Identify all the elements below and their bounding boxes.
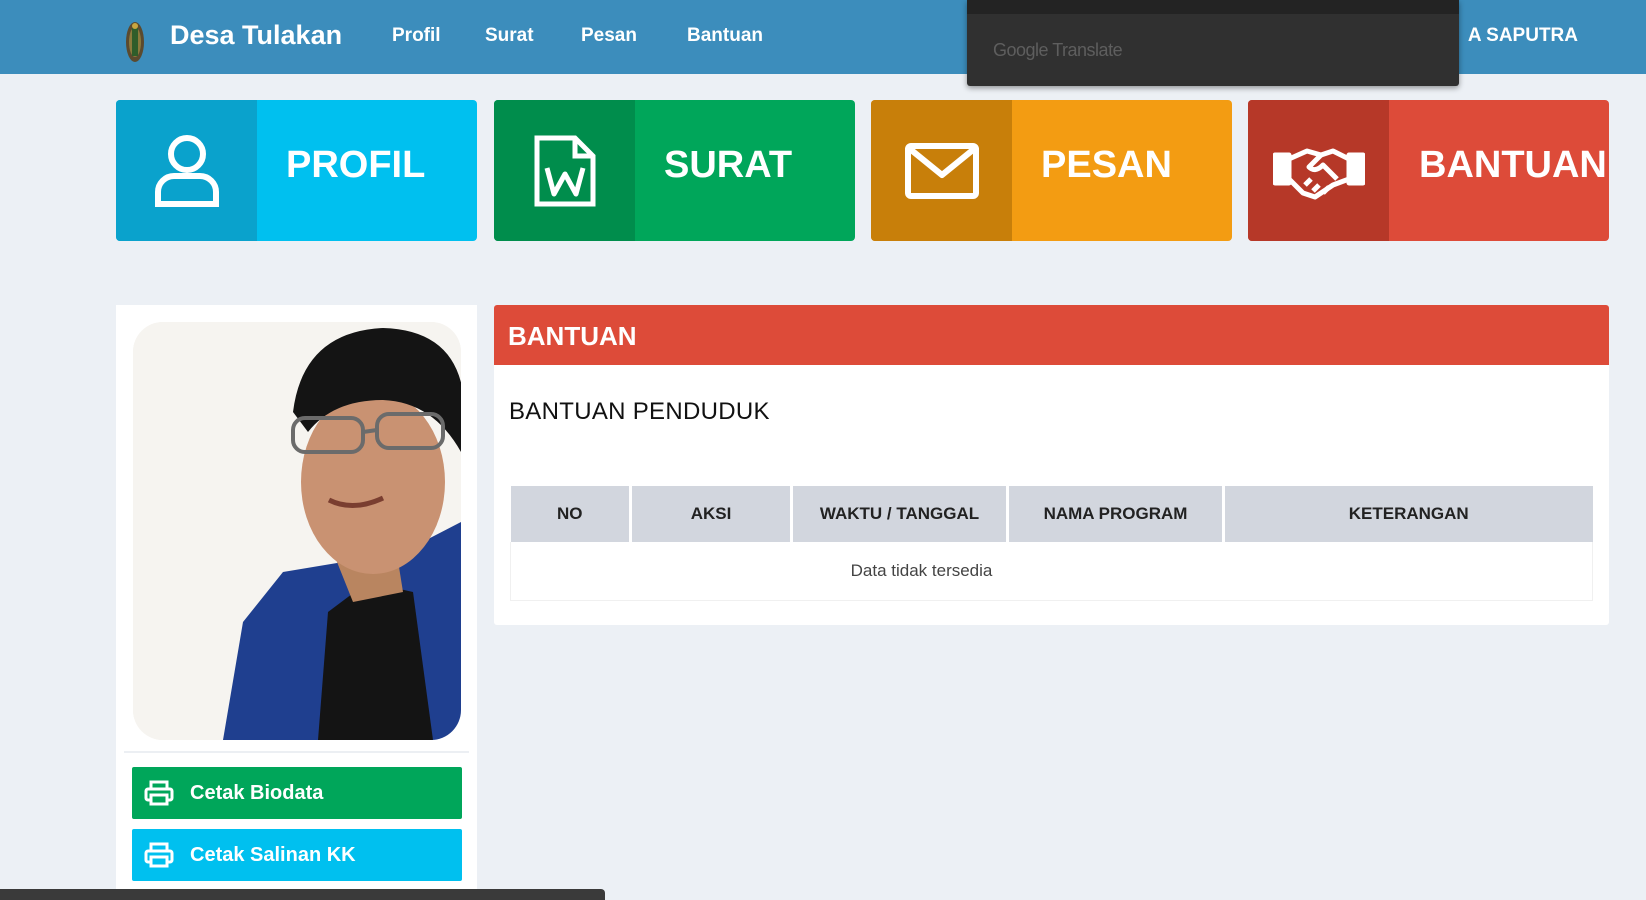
panel-title: BANTUAN bbox=[508, 321, 637, 351]
tile-surat-label: SURAT bbox=[664, 144, 793, 186]
print-biodata-label: Cetak Biodata bbox=[190, 781, 324, 804]
tile-pesan[interactable]: PESAN bbox=[871, 100, 1232, 241]
column-header-keterangan[interactable]: KETERANGAN bbox=[1223, 486, 1593, 542]
nav-link-bantuan[interactable]: Bantuan bbox=[687, 25, 763, 47]
photo-divider bbox=[124, 751, 469, 753]
column-header-program[interactable]: NAMA PROGRAM bbox=[1007, 486, 1225, 542]
tile-profil-icon-box bbox=[116, 100, 257, 241]
nav-link-pesan[interactable]: Pesan bbox=[581, 25, 637, 47]
tile-bantuan-label: BANTUAN bbox=[1419, 144, 1607, 186]
column-header-aksi[interactable]: AKSI bbox=[630, 486, 793, 542]
panel-header: BANTUAN bbox=[494, 305, 1609, 365]
tile-bantuan[interactable]: BANTUAN bbox=[1248, 100, 1609, 241]
column-header-waktu[interactable]: WAKTU / TANGGAL bbox=[791, 486, 1009, 542]
word-document-icon bbox=[534, 135, 595, 206]
empty-table-message: Data tidak tersedia bbox=[510, 542, 1593, 601]
nav-link-profil[interactable]: Profil bbox=[392, 25, 441, 47]
printer-icon bbox=[144, 842, 174, 868]
user-menu[interactable]: A SAPUTRA bbox=[1468, 25, 1578, 47]
tile-profil-label: PROFIL bbox=[286, 144, 426, 186]
nav-link-surat[interactable]: Surat bbox=[485, 25, 534, 47]
google-translate-label: Google Translate bbox=[993, 40, 1123, 60]
printer-icon bbox=[144, 780, 174, 806]
brand-name[interactable]: Desa Tulakan bbox=[170, 20, 342, 51]
panel-subtitle: BANTUAN PENDUDUK bbox=[509, 398, 770, 425]
tile-profil[interactable]: PROFIL bbox=[116, 100, 477, 241]
tile-surat-icon-box bbox=[494, 100, 635, 241]
tile-pesan-label: PESAN bbox=[1041, 144, 1172, 186]
envelope-icon bbox=[904, 142, 979, 199]
print-kk-label: Cetak Salinan KK bbox=[190, 843, 356, 866]
table-header-row: NO AKSI WAKTU / TANGGAL NAMA PROGRAM KET… bbox=[510, 486, 1593, 542]
browser-status-bar bbox=[0, 889, 605, 900]
village-logo-icon[interactable] bbox=[124, 18, 146, 64]
google-translate-bar bbox=[967, 0, 1459, 14]
column-header-no[interactable]: NO bbox=[510, 486, 632, 542]
print-kk-button[interactable]: Cetak Salinan KK bbox=[132, 829, 462, 881]
tile-surat[interactable]: SURAT bbox=[494, 100, 855, 241]
profile-card: Cetak Biodata Cetak Salinan KK bbox=[116, 305, 477, 900]
profile-photo bbox=[133, 322, 461, 740]
print-biodata-button[interactable]: Cetak Biodata bbox=[132, 767, 462, 819]
tile-pesan-icon-box bbox=[871, 100, 1012, 241]
tile-bantuan-icon-box bbox=[1248, 100, 1389, 241]
table-row: Data tidak tersedia bbox=[510, 542, 1593, 601]
bantuan-panel: BANTUAN BANTUAN PENDUDUK NO AKSI WAKTU /… bbox=[494, 305, 1609, 625]
user-icon bbox=[154, 134, 219, 207]
google-translate-popup: Google Translate bbox=[967, 0, 1459, 86]
handshake-icon bbox=[1272, 148, 1365, 199]
bantuan-table: NO AKSI WAKTU / TANGGAL NAMA PROGRAM KET… bbox=[510, 486, 1593, 601]
